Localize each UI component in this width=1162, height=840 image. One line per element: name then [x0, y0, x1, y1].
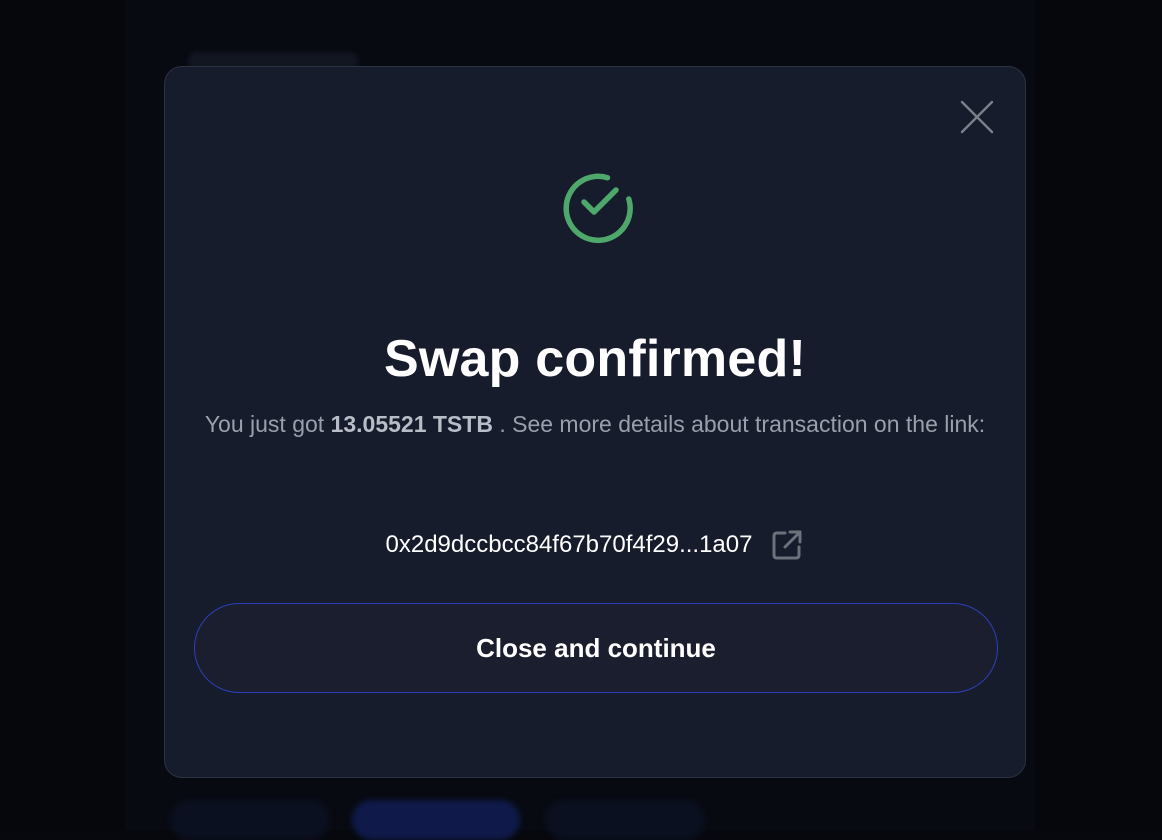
message-suffix: . See more details about transaction on …	[493, 411, 985, 437]
close-icon[interactable]	[959, 99, 995, 135]
check-circle-icon	[554, 165, 640, 251]
transaction-link-row: 0x2d9dccbcc84f67b70f4f29...1a07	[165, 527, 1025, 563]
background-pill-blur	[170, 800, 330, 840]
swap-confirmed-modal: Swap confirmed! You just got 13.05521 TS…	[164, 66, 1026, 778]
close-and-continue-button[interactable]: Close and continue	[194, 603, 998, 693]
transaction-hash-link[interactable]: 0x2d9dccbcc84f67b70f4f29...1a07	[386, 527, 753, 563]
message-prefix: You just got	[205, 411, 331, 437]
external-link-icon[interactable]	[770, 528, 804, 562]
confirmation-message: You just got 13.05521 TSTB . See more de…	[185, 405, 1005, 443]
background-pill-blur	[545, 800, 705, 840]
modal-title: Swap confirmed!	[165, 329, 1025, 389]
received-amount: 13.05521 TSTB	[331, 411, 493, 437]
background-pill-blur	[352, 800, 520, 840]
